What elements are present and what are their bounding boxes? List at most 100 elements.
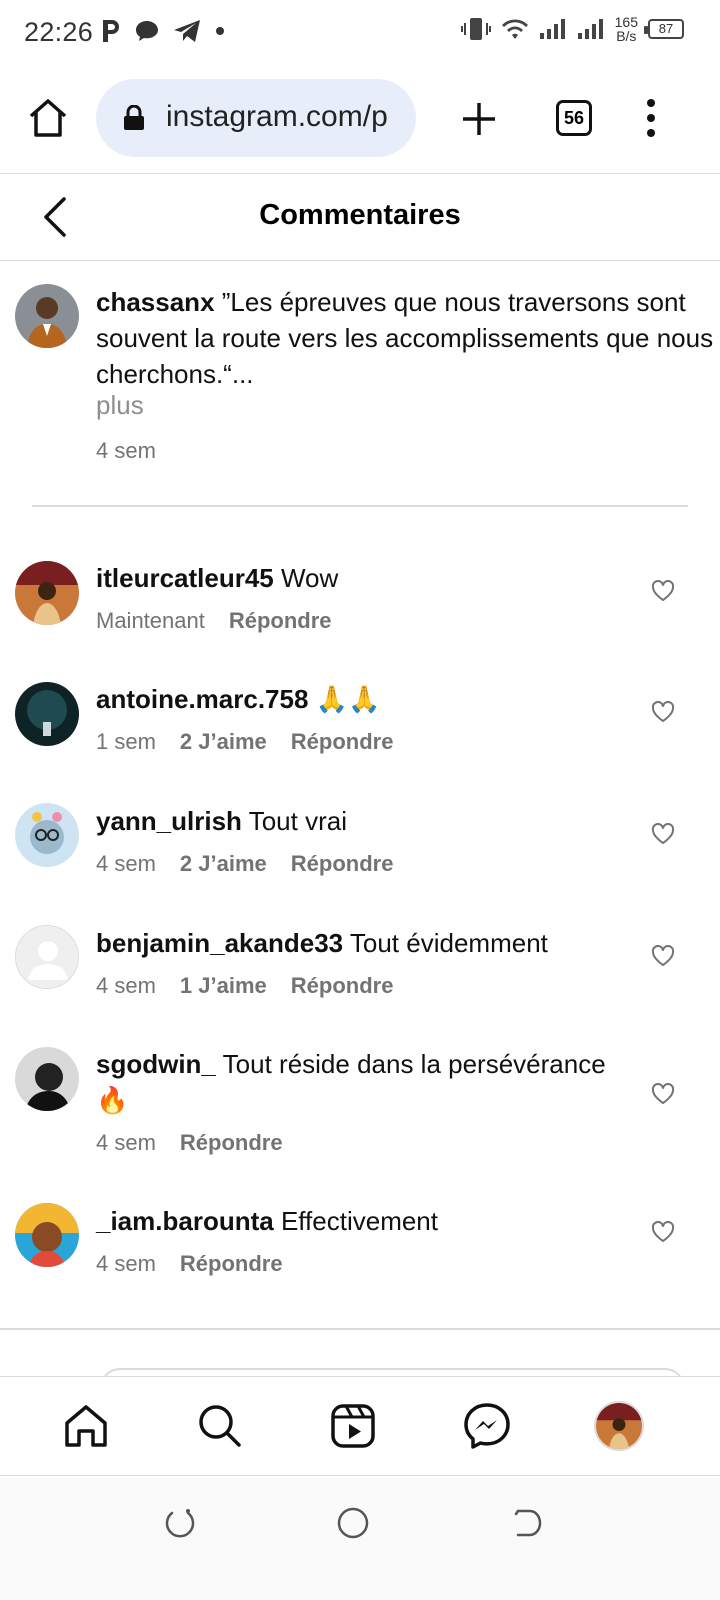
home-circle-icon[interactable] — [335, 1505, 371, 1541]
comment-meta: Maintenant Répondre — [96, 608, 332, 634]
comment-username[interactable]: yann_ulrish — [96, 806, 242, 836]
likes-count[interactable]: 1 J’aime — [180, 973, 267, 999]
avatar-image — [15, 1203, 79, 1267]
comment-time: 4 sem — [96, 851, 156, 876]
parking-app-icon — [103, 20, 119, 42]
telegram-icon — [174, 20, 200, 42]
lock-icon — [124, 105, 144, 130]
profile-avatar-image — [596, 1403, 642, 1449]
avatar[interactable] — [15, 1047, 79, 1111]
wifi-icon — [501, 19, 528, 39]
tab-switcher-button[interactable]: 56 — [556, 100, 592, 136]
post-caption: chassanx ”Les épreuves que nous traverso… — [0, 262, 720, 506]
reply-button[interactable]: Répondre — [229, 608, 332, 634]
comment-time: 4 sem — [96, 1251, 156, 1276]
signal-icon-2 — [577, 19, 603, 39]
back-icon[interactable] — [508, 1505, 544, 1541]
reply-button[interactable]: Répondre — [291, 851, 394, 877]
comment-text: itleurcatleur45 Wow — [96, 560, 636, 596]
avatar[interactable] — [15, 925, 79, 989]
comment-username[interactable]: benjamin_akande33 — [96, 928, 343, 958]
comment-body: Tout évidemment — [349, 928, 548, 958]
nav-reels-icon[interactable] — [328, 1401, 378, 1451]
recent-apps-icon[interactable] — [162, 1505, 198, 1541]
comment-body: Effectivement — [280, 1206, 438, 1236]
nav-home-icon[interactable] — [61, 1401, 111, 1451]
comment-meta: 4 sem Répondre — [96, 1251, 283, 1277]
reply-button[interactable]: Répondre — [291, 973, 394, 999]
likes-count[interactable]: 2 J’aime — [180, 851, 267, 877]
comments-header: Commentaires — [0, 175, 720, 261]
page-title: Commentaires — [259, 199, 461, 231]
system-navigation-bar — [0, 1477, 720, 1600]
avatar[interactable] — [15, 284, 79, 348]
comment-item: itleurcatleur45 Wow Maintenant Répondre — [0, 560, 720, 660]
caption-text: chassanx ”Les épreuves que nous traverso… — [96, 284, 716, 392]
notification-icons — [100, 18, 226, 44]
comment-meta: 1 sem 2 J’aime Répondre — [96, 729, 393, 755]
nav-search-icon[interactable] — [195, 1401, 245, 1451]
comment-time: 1 sem — [96, 729, 156, 754]
comment-time: 4 sem — [96, 973, 156, 998]
comment-text: _iam.barounta Effectivement — [96, 1203, 636, 1239]
comment-time: 4 sem — [96, 1130, 156, 1155]
status-bar: 22:26 165 B/s 87 — [0, 0, 720, 64]
comment-item: antoine.marc.758 🙏🙏 1 sem 2 J’aime Répon… — [0, 681, 720, 781]
compose-divider — [0, 1328, 720, 1330]
reply-button[interactable]: Répondre — [291, 729, 394, 755]
comment-body: Wow — [280, 563, 339, 593]
nav-profile-avatar[interactable] — [594, 1401, 644, 1451]
avatar[interactable] — [15, 682, 79, 746]
avatar-image — [15, 561, 79, 625]
caption-time: 4 sem — [96, 438, 156, 463]
comment-item: _iam.barounta Effectivement 4 sem Répond… — [0, 1203, 720, 1303]
default-avatar-icon — [16, 926, 78, 988]
caption-more-link[interactable]: plus — [96, 390, 144, 421]
heart-icon[interactable] — [651, 1083, 675, 1105]
reply-button[interactable]: Répondre — [180, 1130, 283, 1156]
network-speed: 165 B/s — [615, 15, 638, 43]
heart-icon[interactable] — [651, 580, 675, 602]
avatar[interactable] — [15, 803, 79, 867]
reply-button[interactable]: Répondre — [180, 1251, 283, 1277]
comment-meta: 4 sem Répondre — [96, 1130, 283, 1156]
comment-meta: 4 sem 2 J’aime Répondre — [96, 851, 393, 877]
address-bar[interactable]: instagram.com/p — [96, 79, 416, 157]
comment-username[interactable]: antoine.marc.758 — [96, 684, 308, 714]
signal-icon-1 — [539, 19, 565, 39]
system-icons: 165 B/s 87 — [460, 15, 684, 43]
comment-text: benjamin_akande33 Tout évidemment — [96, 925, 636, 961]
dot-icon — [216, 27, 224, 35]
likes-count[interactable]: 2 J’aime — [180, 729, 267, 755]
new-tab-icon[interactable] — [460, 100, 498, 138]
heart-icon[interactable] — [651, 1221, 675, 1243]
comment-body: 🙏🙏 — [315, 684, 381, 714]
status-time: 22:26 — [24, 17, 94, 47]
divider — [32, 505, 688, 507]
comment-item: benjamin_akande33 Tout évidemment 4 sem … — [0, 925, 720, 1025]
vibrate-icon — [460, 18, 491, 40]
avatar[interactable] — [15, 1203, 79, 1267]
comment-text: antoine.marc.758 🙏🙏 — [96, 681, 636, 717]
heart-icon[interactable] — [651, 945, 675, 967]
nav-messenger-icon[interactable] — [462, 1401, 512, 1451]
heart-icon[interactable] — [651, 823, 675, 845]
network-speed-unit: B/s — [616, 28, 637, 44]
home-icon[interactable] — [26, 96, 70, 140]
comment-text: sgodwin_ Tout réside dans la persévéranc… — [96, 1046, 636, 1118]
caption-username[interactable]: chassanx — [96, 287, 215, 317]
comment-username[interactable]: _iam.barounta — [96, 1206, 274, 1236]
more-menu-icon[interactable] — [643, 96, 659, 140]
comment-username[interactable]: sgodwin_ — [96, 1049, 216, 1079]
avatar[interactable] — [15, 561, 79, 625]
comment-username[interactable]: itleurcatleur45 — [96, 563, 274, 593]
comment-item: sgodwin_ Tout réside dans la persévéranc… — [0, 1046, 720, 1166]
comment-body: Tout vrai — [248, 806, 347, 836]
comment-text: yann_ulrish Tout vrai — [96, 803, 636, 839]
avatar-image — [15, 1047, 79, 1111]
comment-time: Maintenant — [96, 608, 205, 633]
comment-meta: 4 sem 1 J’aime Répondre — [96, 973, 393, 999]
heart-icon[interactable] — [651, 701, 675, 723]
network-speed-value: 165 — [614, 14, 638, 30]
url-text: instagram.com/p — [166, 100, 388, 133]
